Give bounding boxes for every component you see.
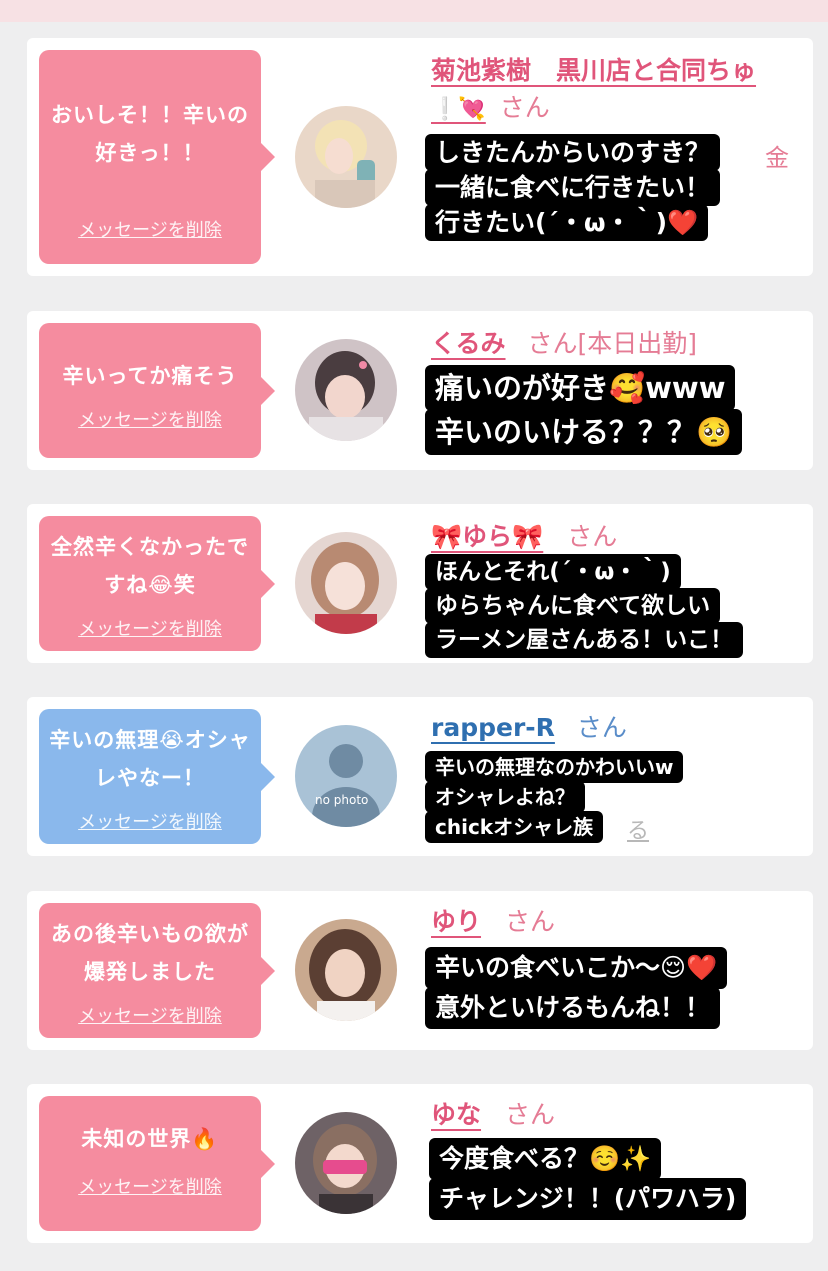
top-strip: [0, 0, 828, 22]
sender-name[interactable]: ゆな: [431, 1100, 481, 1129]
delete-message-link[interactable]: メッセージを削除: [39, 1002, 261, 1028]
reply-line: 今度食べる？☺️✨: [429, 1138, 662, 1180]
reply-line: チャレンジ！！(パワハラ): [429, 1178, 747, 1220]
reply-message: 辛いの無理なのかわいいw オシャレよね？ chickオシャレ族: [425, 751, 684, 843]
comment-text: 辛いの無理😭オシャレやなー！: [49, 728, 251, 790]
message-card: 辛いの無理😭オシャレやなー！ メッセージを削除 no photo rapper-…: [27, 697, 813, 856]
sender-name-line: rapper-R さん: [431, 709, 803, 747]
delete-message-link[interactable]: メッセージを削除: [39, 1173, 261, 1199]
reply-message: 辛いの食べいこか〜😌❤️ 意外といけるもんね！！: [425, 947, 728, 1029]
sender-name[interactable]: rapper-R: [431, 713, 555, 742]
reply-line: 意外といけるもんね！！: [425, 987, 721, 1029]
honorific: さん: [499, 93, 550, 122]
reply-line: 辛いのいける？？？🥺: [425, 409, 743, 455]
avatar[interactable]: [295, 339, 397, 441]
sender-name[interactable]: くるみ: [431, 329, 506, 358]
reply-message: 痛いのが好き🥰www 辛いのいける？？？🥺: [425, 365, 743, 455]
sender-name[interactable]: 🎀ゆら🎀: [431, 522, 543, 551]
avatar[interactable]: [295, 532, 397, 634]
reply-line: 行きたい(´・ω・｀)❤️: [425, 204, 709, 241]
honorific: さん[本日出勤]: [527, 329, 698, 358]
sender-name-line: ❕💘 さん: [431, 89, 803, 129]
comment-bubble: 辛いの無理😭オシャレやなー！ メッセージを削除: [39, 709, 275, 844]
sender-name-line: ゆり さん: [431, 903, 803, 941]
sender-name[interactable]: 菊池紫樹 黒川店と合同ちゅ: [431, 56, 756, 85]
comment-bubble: おいしそ！！辛いの好きっ！！ メッセージを削除: [39, 50, 275, 264]
avatar[interactable]: [295, 1112, 397, 1214]
avatar[interactable]: [295, 106, 397, 208]
avatar[interactable]: no photo: [295, 725, 397, 827]
comment-bubble: 全然辛くなかったですね😂笑 メッセージを削除: [39, 516, 275, 651]
reply-line: 辛いの食べいこか〜😌❤️: [425, 947, 728, 989]
comment-text: おいしそ！！辛いの好きっ！！: [51, 103, 249, 165]
message-card: 未知の世界🔥 メッセージを削除 ゆな さん 今度食べる？☺️✨ チャレンジ！！(パ…: [27, 1084, 813, 1243]
sender-name-cont[interactable]: ❕💘: [431, 97, 486, 122]
comment-text: 全然辛くなかったですね😂笑: [51, 535, 249, 597]
delete-message-link[interactable]: メッセージを削除: [39, 216, 261, 242]
delete-message-link[interactable]: メッセージを削除: [39, 615, 261, 641]
cut-off-text: 金: [765, 144, 789, 172]
sender-name-line: ゆな さん: [431, 1096, 803, 1134]
honorific: さん: [505, 1100, 556, 1129]
honorific: さん: [567, 522, 618, 551]
reply-line: 一緒に食べに行きたい！: [425, 169, 721, 206]
sender-name-line: くるみ さん[本日出勤]: [431, 325, 803, 363]
comment-bubble: 未知の世界🔥 メッセージを削除: [39, 1096, 275, 1231]
reply-line: ゆらちゃんに食べて欲しい: [425, 588, 721, 624]
sender-name-line: 🎀ゆら🎀 さん: [431, 518, 803, 556]
honorific: さん: [576, 713, 627, 742]
reply-message: ほんとそれ(´・ω・｀) ゆらちゃんに食べて欲しい ラーメン屋さんある！いこ！: [425, 554, 744, 658]
reply-line: しきたんからいのすき？: [425, 134, 721, 171]
message-card: 辛いってか痛そう メッセージを削除 くるみ さん[本日出勤] 痛いのが好き🥰www…: [27, 311, 813, 470]
reply-message: しきたんからいのすき？ 一緒に食べに行きたい！ 行きたい(´・ω・｀)❤️: [425, 134, 721, 241]
delete-message-link[interactable]: メッセージを削除: [39, 406, 261, 432]
message-card: おいしそ！！辛いの好きっ！！ メッセージを削除 菊池紫樹 黒川店と合同ちゅ ❕💘…: [27, 38, 813, 276]
reply-line: 辛いの無理なのかわいいw: [425, 751, 684, 783]
sender-name[interactable]: ゆり: [431, 907, 481, 936]
message-card: 全然辛くなかったですね😂笑 メッセージを削除 🎀ゆら🎀 さん ほんとそれ(´・ω・…: [27, 504, 813, 663]
reply-line: ラーメン屋さんある！いこ！: [425, 622, 744, 658]
honorific: さん: [505, 907, 556, 936]
delete-message-link[interactable]: メッセージを削除: [39, 808, 261, 834]
no-photo-label: no photo: [315, 793, 369, 807]
reply-line: chickオシャレ族: [425, 811, 604, 843]
reply-line: オシャレよね？: [425, 781, 585, 813]
sender-name-line: 菊池紫樹 黒川店と合同ちゅ: [431, 52, 803, 90]
message-card: あの後辛いもの欲が爆発しました メッセージを削除 ゆり さん 辛いの食べいこか〜😌…: [27, 891, 813, 1050]
comment-text: 未知の世界🔥: [81, 1127, 219, 1151]
comment-bubble: 辛いってか痛そう メッセージを削除: [39, 323, 275, 458]
reply-line: ほんとそれ(´・ω・｀): [425, 554, 681, 590]
comment-bubble: あの後辛いもの欲が爆発しました メッセージを削除: [39, 903, 275, 1038]
reply-message: 今度食べる？☺️✨ チャレンジ！！(パワハラ): [429, 1138, 747, 1220]
comment-text: 辛いってか痛そう: [62, 364, 238, 388]
comment-text: あの後辛いもの欲が爆発しました: [51, 922, 249, 984]
avatar[interactable]: [295, 919, 397, 1021]
reply-line: 痛いのが好き🥰www: [425, 365, 736, 411]
